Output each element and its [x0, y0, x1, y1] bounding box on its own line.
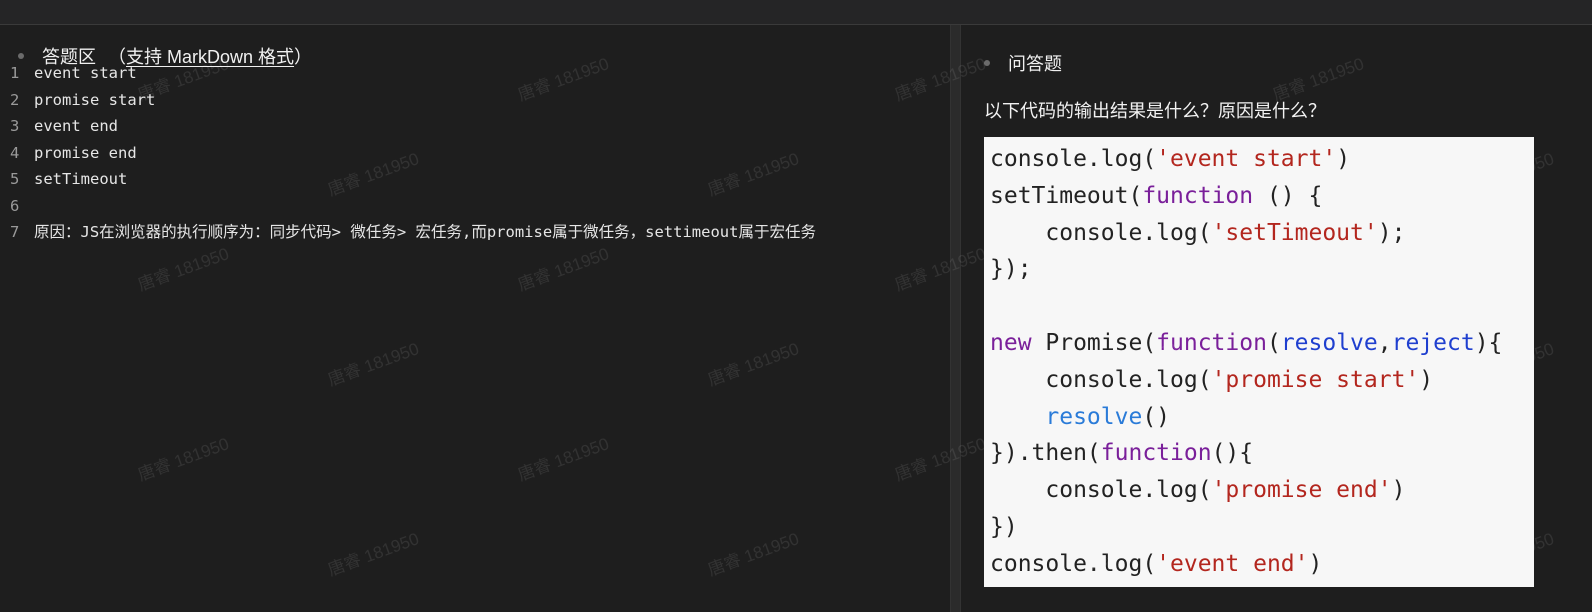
code-line: })	[990, 513, 1018, 540]
code-line: console.log('event end')	[990, 550, 1323, 577]
editor-line: 3 event end	[10, 113, 890, 140]
line-number: 4	[10, 143, 20, 162]
editor-line: 5 setTimeout	[10, 166, 890, 193]
code-line: new Promise(function(resolve,reject){	[990, 329, 1503, 356]
editor-line: 2 promise start	[10, 87, 890, 114]
line-text[interactable]: promise end	[34, 140, 890, 167]
question-area-title: 问答题	[1008, 54, 1062, 74]
line-number: 5	[10, 170, 20, 188]
line-text[interactable]: 原因：JS在浏览器的执行顺序为：同步代码> 微任务> 宏任务,而promise属…	[34, 219, 890, 246]
question-text: 以下代码的输出结果是什么？原因是什么？	[984, 101, 1326, 121]
line-number: 2	[10, 90, 20, 109]
code-line: setTimeout(function () {	[990, 182, 1323, 209]
answer-editor[interactable]: 1 event start 2 promise start 3 event en…	[10, 60, 890, 246]
line-number: 3	[10, 117, 20, 135]
line-number: 1	[10, 64, 20, 82]
code-block: console.log('event start') setTimeout(fu…	[990, 141, 1534, 583]
bullet-icon	[18, 53, 24, 59]
editor-line: 1 event start	[10, 60, 890, 87]
code-snippet-image: console.log('event start') setTimeout(fu…	[984, 137, 1534, 587]
editor-line: 7 原因：JS在浏览器的执行顺序为：同步代码> 微任务> 宏任务,而promis…	[10, 219, 890, 246]
bullet-icon	[984, 60, 990, 66]
question-area-header: 问答题	[984, 50, 1062, 76]
code-line: console.log('promise start')	[990, 366, 1434, 393]
code-line: });	[990, 256, 1032, 283]
line-text[interactable]: promise start	[34, 87, 890, 114]
code-line: console.log('promise end')	[990, 477, 1406, 504]
editor-line: 4 promise end	[10, 140, 890, 167]
code-line: console.log('setTimeout');	[990, 219, 1406, 246]
top-bar	[0, 0, 1592, 25]
pane-divider[interactable]	[950, 25, 961, 612]
line-number: 7	[10, 223, 20, 241]
line-text[interactable]: event start	[34, 60, 890, 87]
line-text[interactable]	[34, 193, 890, 220]
line-text[interactable]: event end	[34, 113, 890, 140]
editor-line: 6	[10, 193, 890, 220]
code-line: }).then(function(){	[990, 440, 1254, 467]
line-text[interactable]: setTimeout	[34, 166, 890, 193]
code-line: resolve()	[1045, 403, 1171, 430]
line-number: 6	[10, 196, 20, 215]
code-line: console.log('event start')	[990, 146, 1351, 172]
